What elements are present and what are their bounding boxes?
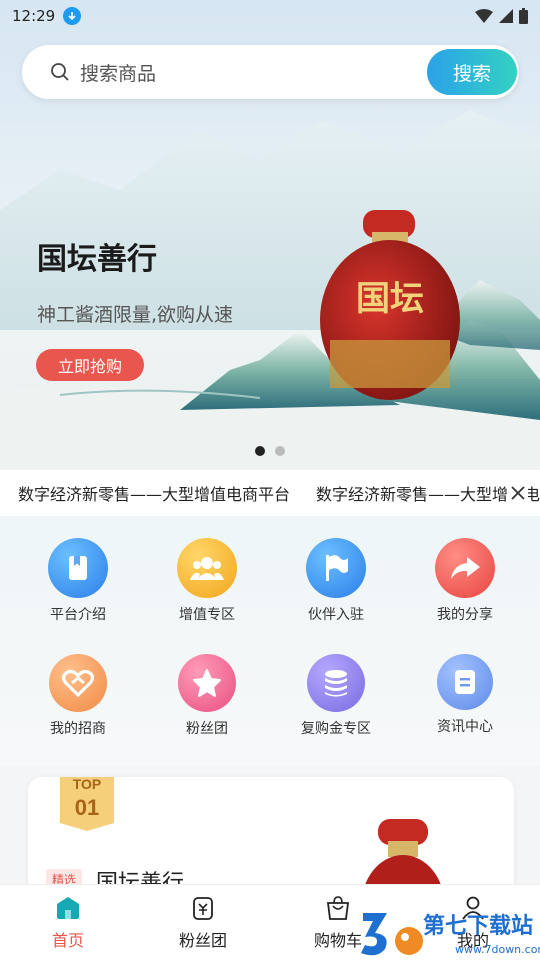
group-icon — [177, 538, 237, 598]
shopping-bag-icon — [326, 896, 350, 920]
search-bar[interactable]: 搜索商品 搜索 — [22, 45, 519, 99]
status-time: 12:29 — [12, 7, 56, 25]
coins-icon — [307, 654, 365, 712]
star-icon — [178, 654, 236, 712]
wifi-icon — [475, 9, 493, 23]
menu-value-zone[interactable]: 增值专区 — [142, 538, 272, 624]
quick-menu: 平台介绍 增值专区 伙伴入驻 我的分享 我的招商 粉丝团 复购金专区 资讯中心 — [0, 516, 540, 766]
search-button[interactable]: 搜索 — [427, 49, 517, 95]
carousel-dot[interactable] — [255, 446, 265, 456]
share-icon — [435, 538, 495, 598]
menu-my-investment[interactable]: 我的招商 — [13, 654, 143, 738]
notice-bar[interactable]: 数字经济新零售——大型增值电商平台 数字经济新零售——大型增值电商平台 — [0, 470, 540, 516]
search-icon — [51, 63, 69, 81]
notice-item: 数字经济新零售——大型增值电商平台 — [18, 485, 291, 504]
search-input[interactable]: 搜索商品 — [80, 59, 156, 86]
menu-platform-intro[interactable]: 平台介绍 — [13, 538, 143, 624]
download-icon — [63, 7, 82, 25]
menu-repurchase-zone[interactable]: 复购金专区 — [271, 654, 401, 738]
watermark-url: www.7down.com — [455, 943, 540, 956]
badge-rank-number: 01 — [75, 795, 99, 820]
document-icon — [437, 654, 493, 710]
site-watermark: 第七下载站 www.7down.com — [361, 913, 540, 956]
bottle-label: 国坛 — [356, 279, 424, 319]
menu-news-center[interactable]: 资讯中心 — [400, 654, 530, 736]
flag-icon — [306, 538, 366, 598]
top-rank-badge: TOP 01 — [60, 777, 114, 831]
signal-icon — [499, 9, 513, 23]
book-icon — [48, 538, 108, 598]
notice-text: 数字经济新零售——大型增值电商平台 数字经济新零售——大型增值电商平台 — [18, 481, 540, 505]
home-icon — [57, 897, 79, 919]
carousel-indicator — [255, 446, 285, 456]
battery-icon — [519, 8, 528, 24]
carousel-dot[interactable] — [275, 446, 285, 456]
menu-label: 我的分享 — [437, 607, 493, 623]
watermark-text: 第七下载站 — [423, 913, 533, 939]
menu-label: 复购金专区 — [301, 721, 371, 737]
buy-now-button[interactable]: 立即抢购 — [36, 349, 144, 381]
banner-subtitle: 神工酱酒限量,欲购从速 — [37, 304, 234, 326]
status-bar: 12:29 — [0, 0, 540, 32]
nav-label: 首页 — [51, 931, 84, 950]
handshake-icon — [49, 654, 107, 712]
notice-item: 数字经济新零售——大型增值电商平台 — [316, 485, 540, 504]
coin-jar-icon — [193, 897, 213, 920]
banner-title: 国坛善行 — [37, 242, 157, 277]
menu-label: 增值专区 — [179, 607, 235, 623]
menu-label: 资讯中心 — [437, 719, 493, 735]
nav-label: 粉丝团 — [178, 931, 227, 950]
close-icon[interactable] — [508, 483, 528, 503]
menu-my-share[interactable]: 我的分享 — [400, 538, 530, 624]
menu-label: 粉丝团 — [186, 721, 228, 737]
menu-label: 伙伴入驻 — [308, 607, 364, 623]
badge-top-text: TOP — [73, 777, 102, 792]
menu-fan-club[interactable]: 粉丝团 — [142, 654, 272, 738]
menu-partner-join[interactable]: 伙伴入驻 — [271, 538, 401, 624]
menu-label: 平台介绍 — [50, 607, 106, 623]
menu-label: 我的招商 — [50, 721, 106, 737]
nav-home[interactable]: 首页 — [18, 895, 118, 951]
nav-fan-club[interactable]: 粉丝团 — [153, 895, 253, 951]
